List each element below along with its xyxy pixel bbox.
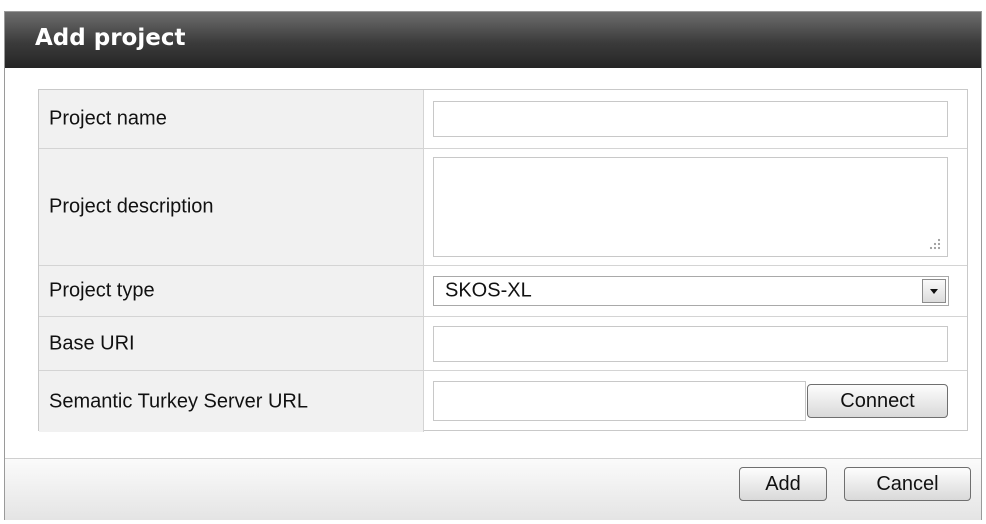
project-description-textarea[interactable] [433,157,948,257]
cancel-button[interactable]: Cancel [844,467,971,501]
dialog-title: Add project [35,25,186,51]
project-form: Project name Project description Project… [38,89,968,432]
add-button[interactable]: Add [739,467,827,501]
connect-button[interactable]: Connect [807,384,948,418]
base-uri-label-cell: Base URI [39,317,424,370]
row-project-type: Project type SKOS-XL [39,266,967,317]
project-description-label: Project description [49,195,214,218]
server-url-label-cell: Semantic Turkey Server URL [39,371,424,432]
project-description-label-cell: Project description [39,149,424,265]
row-project-description: Project description [39,149,967,266]
project-type-label-cell: Project type [39,266,424,316]
dialog-footer: Add Cancel [5,459,981,520]
row-base-uri: Base URI [39,317,967,371]
project-type-value: SKOS-XL [445,279,532,302]
project-name-label: Project name [49,107,167,130]
server-url-input[interactable] [433,381,806,421]
add-project-dialog: Add project Project name Project descrip… [4,11,982,520]
chevron-down-icon[interactable] [922,279,946,303]
dialog-content: Project name Project description Project… [5,68,981,459]
resize-grip-icon[interactable] [927,236,941,250]
row-project-name: Project name [39,90,967,149]
base-uri-label: Base URI [49,332,135,354]
project-type-label: Project type [49,279,155,302]
dialog-titlebar[interactable]: Add project [5,12,981,68]
row-server-url: Semantic Turkey Server URL Connect [39,371,967,432]
base-uri-input[interactable] [433,326,948,362]
project-type-select[interactable]: SKOS-XL [433,276,949,306]
project-name-input[interactable] [433,101,948,137]
server-url-label: Semantic Turkey Server URL [49,390,308,412]
project-name-label-cell: Project name [39,90,424,148]
